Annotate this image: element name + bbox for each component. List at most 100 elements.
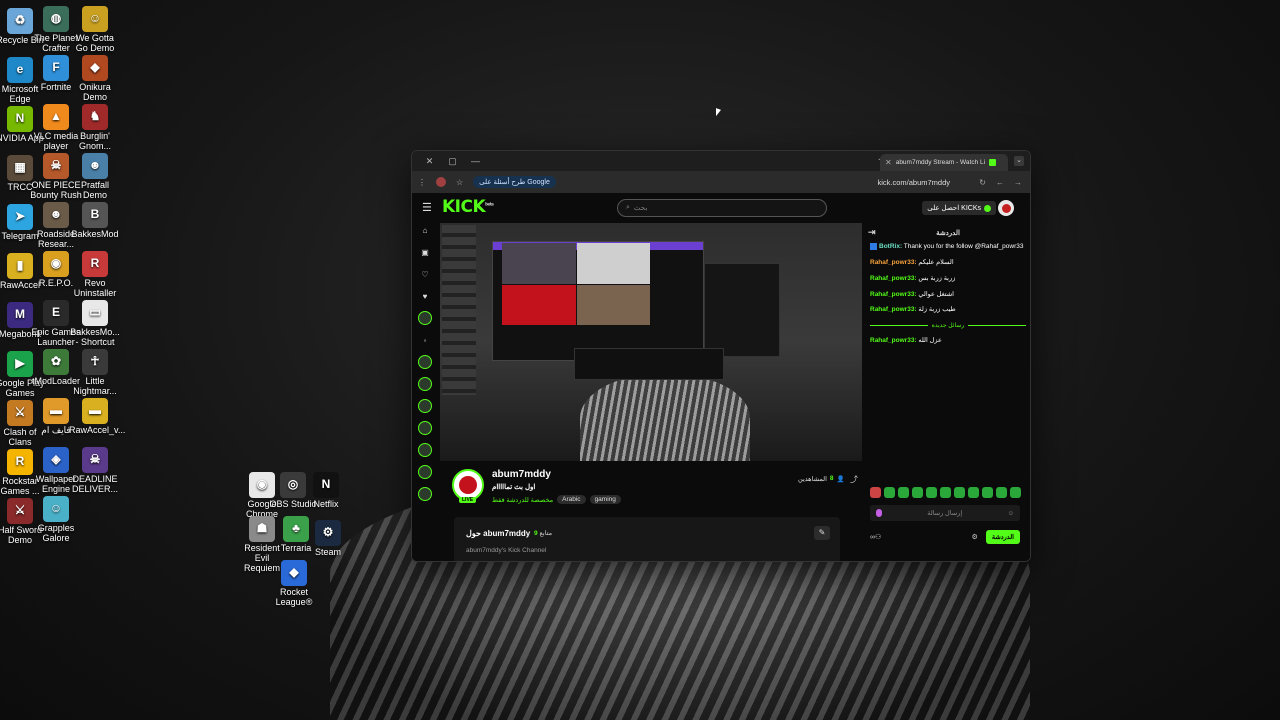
followed-channel-avatar[interactable]	[418, 465, 432, 479]
collapse-chat-icon[interactable]: ⇥	[868, 227, 876, 238]
emote-icon[interactable]	[912, 487, 923, 498]
app-icon: ✿	[43, 349, 69, 375]
desktop-icon[interactable]: ▭ BakkesMo... - Shortcut	[69, 300, 121, 348]
live-badge: LIVE	[459, 497, 477, 503]
desktop-icon[interactable]: R Revo Uninstaller	[69, 251, 121, 299]
emote-bar	[870, 487, 1021, 498]
emoji-icon[interactable]: ☺	[1007, 510, 1014, 517]
followed-channel-avatar[interactable]	[418, 421, 432, 435]
desktop-icon-label: Netflix	[313, 499, 339, 509]
followed-channel-avatar[interactable]	[418, 377, 432, 391]
chat-text: زربة زربة بس	[916, 274, 956, 282]
edit-pencil-icon[interactable]: ✎	[814, 526, 830, 540]
chat-username[interactable]: Rahaf_powr33:	[870, 337, 917, 344]
desktop-icon[interactable]: ☺ Grapples Galore	[30, 496, 82, 544]
viewer-count: المشاهدين 8 👤	[798, 475, 845, 483]
desktop-icon[interactable]: ☺ We Gotta Go Demo	[69, 6, 121, 54]
menu-dots-icon[interactable]: ⋮	[418, 178, 426, 187]
favorites-icon[interactable]: ♥	[418, 289, 432, 303]
followers-label: متابع	[539, 530, 553, 537]
kick-logo-tag: beta	[485, 201, 494, 207]
desktop-icon[interactable]: ☥ Little Nightmar...	[69, 349, 121, 397]
hamburger-menu-icon[interactable]: ☰	[422, 201, 442, 214]
forward-icon[interactable]: →	[1014, 178, 1022, 187]
profile-avatar[interactable]	[436, 177, 446, 187]
emote-icon[interactable]	[884, 487, 895, 498]
home-icon[interactable]: ⌂	[418, 223, 432, 237]
browser-tab-active[interactable]: ✕ abum7mddy Stream - Watch Li	[880, 154, 1008, 171]
chat-username[interactable]: Rahaf_powr33:	[870, 306, 917, 313]
tag-pill[interactable]: gaming	[589, 495, 621, 504]
emote-icon[interactable]	[940, 487, 951, 498]
live-icon[interactable]: ◦	[418, 333, 432, 347]
chat-send-button[interactable]: الدردشة	[985, 530, 1020, 544]
followed-channel-avatar[interactable]	[418, 399, 432, 413]
emote-icon[interactable]	[898, 487, 909, 498]
followed-channel-avatar[interactable]	[418, 443, 432, 457]
chat-settings-icon[interactable]: ⚙	[972, 533, 978, 541]
desktop-icon[interactable]: ◆ Rocket League®	[268, 560, 320, 608]
video-player[interactable]	[440, 223, 862, 461]
search-input[interactable]: ⌕ بحث	[617, 199, 827, 217]
chat-username[interactable]: Rahaf_powr33:	[870, 259, 917, 266]
bookmark-star-icon[interactable]: ☆	[456, 178, 463, 187]
emote-icon[interactable]	[954, 487, 965, 498]
app-icon: ⚙	[315, 520, 341, 546]
desktop-icon[interactable]: ♞ Burglin' Gnom...	[69, 104, 121, 152]
google-ask-chip[interactable]: طرح أسئلة على Google	[473, 176, 556, 188]
desktop-icon[interactable]: ⚙ Steam	[302, 520, 354, 558]
mic-icon[interactable]	[876, 509, 882, 517]
minimize-window-icon[interactable]: —	[464, 156, 487, 166]
stream-tags: مخصصة للدردشة فقط Arabic gaming	[492, 495, 621, 504]
back-icon[interactable]: ←	[996, 178, 1004, 187]
app-icon: ▭	[82, 300, 108, 326]
close-window-icon[interactable]: ✕	[418, 156, 441, 167]
app-icon: ☠	[43, 153, 69, 179]
desktop-icon-label: We Gotta Go Demo	[75, 33, 115, 53]
followed-channel-avatar[interactable]	[418, 311, 432, 325]
get-kicks-button[interactable]: احصل على KICKs	[922, 201, 996, 215]
chat-users-icon[interactable]: ∞⚇	[870, 533, 881, 541]
emote-icon[interactable]	[982, 487, 993, 498]
emote-icon[interactable]	[1010, 487, 1021, 498]
chat-username[interactable]: Rahaf_powr33:	[870, 275, 917, 282]
browse-icon[interactable]: ▣	[418, 245, 432, 259]
kick-logo-text: KICK	[442, 197, 486, 217]
stream-category[interactable]: مخصصة للدردشة فقط	[492, 496, 553, 504]
desktop-icon[interactable]: ☠ DEADLINE DELIVER...	[69, 447, 121, 495]
followed-channel-avatar[interactable]	[418, 487, 432, 501]
tag-pill[interactable]: Arabic	[557, 495, 586, 504]
desktop-icon-label: BakkesMo... - Shortcut	[70, 327, 120, 347]
desktop-icon[interactable]: ▬ RawAccel_v...	[69, 398, 125, 436]
desktop-icon[interactable]: B BakkesMod	[69, 202, 121, 240]
emote-icon[interactable]	[968, 487, 979, 498]
following-icon[interactable]: ♡	[418, 267, 432, 281]
app-icon: N	[313, 472, 339, 498]
channel-name[interactable]: abum7mddy	[492, 469, 551, 480]
maximize-window-icon[interactable]: ▢	[441, 156, 464, 167]
emote-icon[interactable]	[996, 487, 1007, 498]
desktop-icon[interactable]: ◆ Onikura Demo	[69, 55, 121, 103]
app-icon: F	[43, 55, 69, 81]
reload-icon[interactable]: ↻	[979, 178, 986, 187]
address-bar[interactable]: kick.com/abum7mddy	[877, 178, 950, 187]
followed-channel-avatar[interactable]	[418, 355, 432, 369]
desktop-icon[interactable]: N Netflix	[300, 472, 352, 510]
chat-message: BotRix: Thank you for the follow @Rahaf_…	[870, 243, 1026, 252]
chat-input[interactable]: إرسال رسالة ☺	[870, 505, 1020, 521]
nav-buttons: ↻ ← →	[979, 178, 1022, 187]
desktop-icon[interactable]: ☻ Pratfall Demo	[69, 153, 121, 201]
app-icon: ☻	[43, 202, 69, 228]
chat-username[interactable]: BotRix:	[879, 243, 902, 250]
browser-window[interactable]: ✕ ▢ — + ✕ abum7mddy Stream - Watch Li ⌄ …	[411, 150, 1031, 562]
get-kicks-label: احصل على KICKs	[927, 205, 981, 212]
stream-tile	[576, 243, 650, 284]
emote-icon[interactable]	[926, 487, 937, 498]
share-icon[interactable]: ⤴	[850, 474, 858, 485]
user-avatar[interactable]	[998, 200, 1014, 216]
chat-username[interactable]: Rahaf_powr33:	[870, 291, 917, 298]
tab-close-icon[interactable]: ✕	[885, 158, 892, 167]
tab-search-icon[interactable]: ⌄	[1014, 156, 1024, 166]
kick-logo[interactable]: KICKbeta	[442, 197, 494, 217]
emote-icon[interactable]	[870, 487, 881, 498]
